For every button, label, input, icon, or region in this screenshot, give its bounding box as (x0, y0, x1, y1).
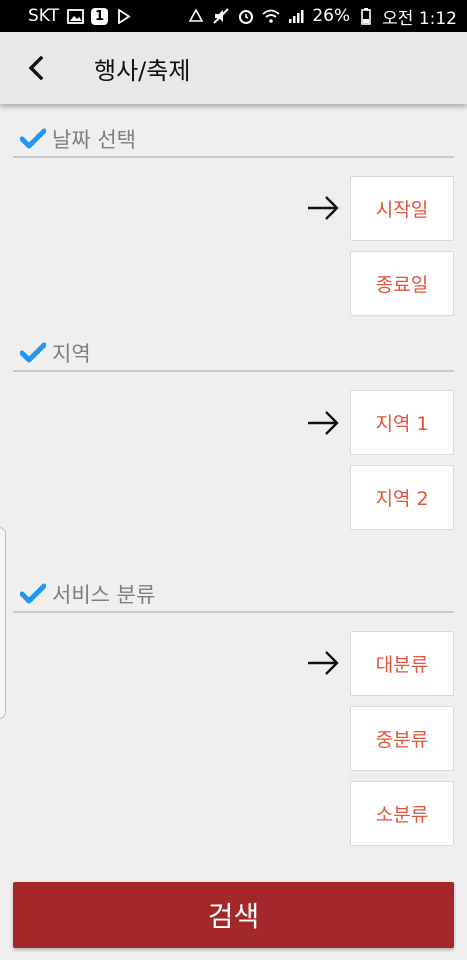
back-button[interactable] (0, 32, 72, 104)
section-header-service: 서비스 분류 (13, 577, 454, 613)
screen: SKT 1 26% 오전 1:12 행사/축제 날짜 선택 시작일 종료일 지역… (0, 0, 467, 960)
page-title: 행사/축제 (94, 56, 191, 85)
section-header-date: 날짜 선택 (13, 122, 454, 158)
end-date-button[interactable]: 종료일 (350, 251, 454, 316)
checkmark-icon (20, 342, 46, 364)
section-label-date: 날짜 선택 (52, 128, 136, 152)
wifi-icon (262, 7, 280, 25)
arrow-right-icon (305, 647, 341, 679)
arrow-right-icon (305, 192, 341, 224)
checkmark-icon (20, 583, 46, 605)
play-icon (115, 7, 133, 25)
minor-category-button[interactable]: 소분류 (350, 781, 454, 846)
notification-count-badge: 1 (91, 7, 109, 25)
battery-percent: 26% (312, 6, 351, 26)
start-date-button[interactable]: 시작일 (350, 176, 454, 241)
region2-button[interactable]: 지역 2 (350, 465, 454, 530)
alarm-icon (237, 7, 255, 25)
section-header-region: 지역 (13, 336, 454, 372)
side-drawer-handle[interactable] (0, 527, 6, 719)
battery-icon (357, 7, 375, 25)
major-category-button[interactable]: 대분류 (350, 631, 454, 696)
status-bar-right: 26% 오전 1:12 (187, 4, 457, 29)
image-icon (66, 7, 84, 25)
app-bar: 행사/축제 (0, 32, 467, 104)
mute-icon (212, 7, 230, 25)
arrow-right-icon (305, 407, 341, 439)
section-label-region: 지역 (52, 342, 91, 366)
carrier-label: SKT (28, 6, 60, 26)
checkmark-icon (20, 128, 46, 150)
clock: 오전 1:12 (382, 8, 457, 29)
middle-category-button[interactable]: 중분류 (350, 706, 454, 771)
recycle-icon (187, 7, 205, 25)
status-bar-left: SKT 1 (28, 6, 133, 26)
region1-button[interactable]: 지역 1 (350, 390, 454, 455)
search-button[interactable]: 검색 (13, 882, 454, 948)
status-bar: SKT 1 26% 오전 1:12 (0, 0, 467, 32)
signal-icon (287, 7, 305, 25)
chevron-left-icon (28, 55, 44, 81)
section-label-service: 서비스 분류 (52, 583, 156, 607)
